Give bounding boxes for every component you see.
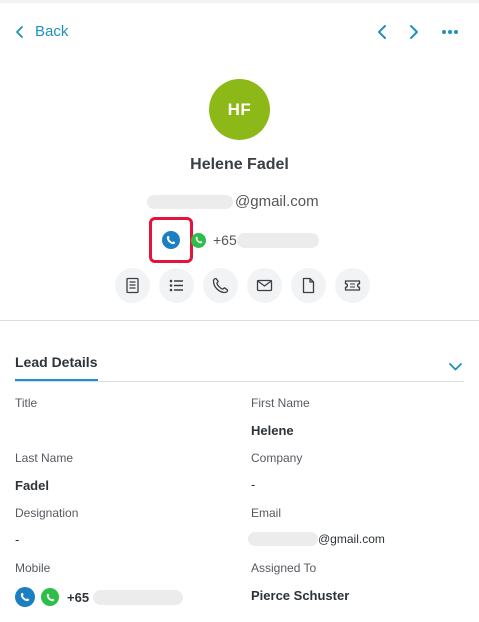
whatsapp-icon[interactable] xyxy=(191,232,206,248)
mobile-prefix: +65 xyxy=(67,589,90,605)
next-record-button[interactable] xyxy=(407,24,421,40)
more-options-icon[interactable] xyxy=(441,26,459,38)
first-name-label: First Name xyxy=(251,396,310,410)
email-value-domain: @gmail.com xyxy=(318,532,385,546)
phone-prefix: +65 xyxy=(213,232,237,248)
previous-record-button[interactable] xyxy=(375,24,389,40)
call-button[interactable] xyxy=(149,217,193,263)
whatsapp-icon[interactable] xyxy=(41,588,59,606)
company-label: Company xyxy=(251,451,303,465)
last-name-value: Fadel xyxy=(15,478,49,493)
document-icon xyxy=(302,277,315,294)
document-button[interactable] xyxy=(291,268,326,303)
redacted-mobile-number xyxy=(93,589,184,605)
tasks-list-button[interactable] xyxy=(159,268,194,303)
quick-actions xyxy=(115,268,370,303)
active-tab-underline xyxy=(15,379,98,381)
email-domain: @gmail.com xyxy=(235,193,319,210)
redacted-phone-number xyxy=(236,232,319,248)
designation-label: Designation xyxy=(15,506,79,520)
section-divider xyxy=(15,381,464,382)
phone-icon xyxy=(212,277,229,294)
notes-icon xyxy=(126,277,139,294)
back-button[interactable]: Back xyxy=(14,23,68,40)
ticket-icon xyxy=(344,280,361,291)
back-label: Back xyxy=(35,23,69,40)
contact-email[interactable]: @gmail.com xyxy=(147,193,319,210)
contact-name: Helene Fadel xyxy=(190,156,289,173)
divider xyxy=(0,320,479,321)
last-name-label: Last Name xyxy=(15,451,74,465)
notes-button[interactable] xyxy=(115,268,150,303)
ticket-button[interactable] xyxy=(335,268,370,303)
first-name-value: Helene xyxy=(251,423,294,438)
redacted-email-local xyxy=(248,532,318,546)
assigned-to-label: Assigned To xyxy=(251,561,317,575)
mobile-value-row: +65 xyxy=(15,587,184,607)
chevron-down-icon[interactable] xyxy=(448,362,463,372)
mail-icon xyxy=(256,279,273,292)
phone-call-icon[interactable] xyxy=(15,587,35,607)
call-log-button[interactable] xyxy=(203,268,238,303)
redacted-email-local xyxy=(147,194,233,209)
assigned-to-value[interactable]: Pierce Schuster xyxy=(251,588,349,603)
title-label: Title xyxy=(15,396,38,410)
mobile-label: Mobile xyxy=(15,561,51,575)
avatar-initials: HF xyxy=(227,99,252,119)
email-value[interactable]: @gmail.com xyxy=(248,532,385,546)
contact-phone-row: +65 xyxy=(149,217,319,263)
list-icon xyxy=(169,279,183,292)
designation-value: - xyxy=(15,532,20,547)
phone-call-icon xyxy=(162,231,180,249)
company-value: - xyxy=(251,477,256,492)
email-button[interactable] xyxy=(247,268,282,303)
email-label: Email xyxy=(251,506,282,520)
avatar: HF xyxy=(209,79,270,140)
chevron-left-icon xyxy=(16,25,23,38)
lead-details-tab[interactable]: Lead Details xyxy=(15,354,97,370)
top-border xyxy=(0,0,479,3)
